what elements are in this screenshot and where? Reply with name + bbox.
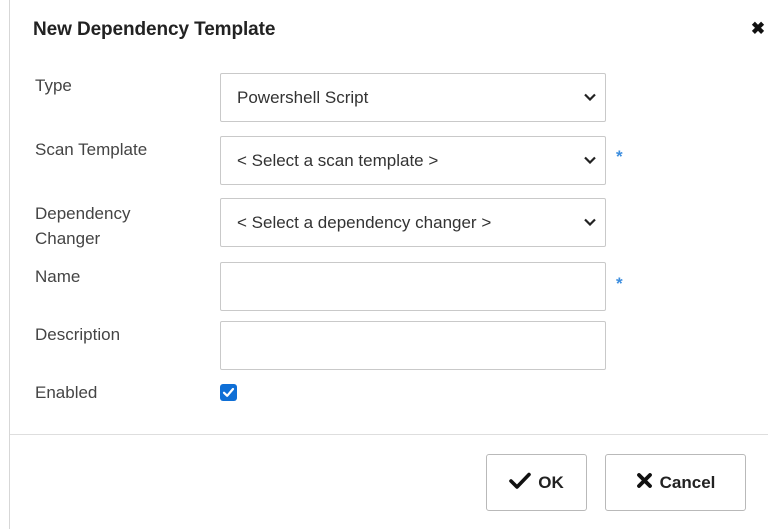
close-icon[interactable]: ✖ bbox=[750, 20, 766, 38]
scan-template-required-marker: * bbox=[616, 147, 623, 166]
scan-template-select-value: < Select a scan template > bbox=[237, 151, 439, 170]
description-input[interactable] bbox=[220, 321, 606, 370]
checkmark-icon bbox=[222, 387, 235, 397]
enabled-label: Enabled bbox=[35, 383, 98, 402]
check-icon bbox=[509, 472, 532, 494]
name-label: Name bbox=[35, 267, 81, 286]
ok-button[interactable]: OK bbox=[486, 454, 587, 511]
chevron-down-icon bbox=[584, 218, 596, 226]
chevron-down-icon bbox=[584, 93, 596, 101]
name-input[interactable] bbox=[220, 262, 606, 311]
type-select[interactable]: Powershell Script bbox=[220, 73, 606, 122]
scan-template-label: Scan Template bbox=[35, 140, 148, 159]
dependency-changer-select[interactable]: < Select a dependency changer > bbox=[220, 198, 606, 247]
dependency-changer-select-value: < Select a dependency changer > bbox=[237, 213, 492, 232]
dependency-changer-label: Dependency Changer bbox=[35, 203, 130, 249]
ok-button-label: OK bbox=[538, 472, 564, 492]
type-select-value: Powershell Script bbox=[237, 88, 369, 107]
dialog-title: New Dependency Template bbox=[33, 19, 276, 40]
enabled-checkbox[interactable] bbox=[220, 384, 237, 401]
new-dependency-template-dialog: New Dependency Template ✖ Type Powershel… bbox=[9, 0, 768, 529]
cancel-button[interactable]: Cancel bbox=[605, 454, 746, 511]
description-label: Description bbox=[35, 325, 121, 344]
dependency-changer-label-line2: Changer bbox=[35, 229, 101, 248]
times-icon bbox=[636, 472, 653, 494]
chevron-down-icon bbox=[584, 156, 596, 164]
type-label: Type bbox=[35, 76, 72, 95]
dependency-changer-label-line1: Dependency bbox=[35, 204, 131, 223]
cancel-button-label: Cancel bbox=[659, 472, 716, 492]
footer-divider bbox=[10, 434, 768, 435]
name-required-marker: * bbox=[616, 274, 623, 293]
scan-template-select[interactable]: < Select a scan template > bbox=[220, 136, 606, 185]
